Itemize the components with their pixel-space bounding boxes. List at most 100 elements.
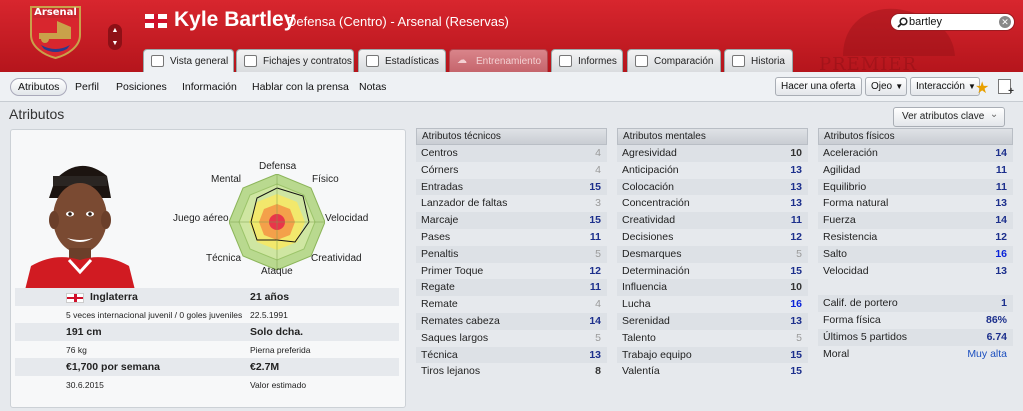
subnav-notas[interactable]: Notas: [359, 81, 386, 93]
attribute-row[interactable]: Tiros lejanos 8: [416, 363, 607, 380]
age: 21 años: [250, 291, 290, 303]
attribute-value: 4: [595, 163, 601, 176]
attribute-row[interactable]: Desmarques 5: [617, 245, 808, 263]
attribute-row[interactable]: Técnica 13: [416, 346, 607, 364]
attribute-value: 5: [796, 247, 802, 260]
attribute-name: Colocación: [622, 180, 674, 193]
key-attributes-dropdown[interactable]: Ver atributos clave: [893, 106, 1006, 127]
search-box[interactable]: ✕: [890, 13, 1015, 31]
attribute-name: Pases: [421, 230, 451, 243]
attribute-row[interactable]: Calif. de portero 1: [818, 295, 1013, 313]
attribute-value: 8: [595, 365, 601, 378]
attribute-row[interactable]: Valentía 15: [617, 363, 808, 380]
attribute-row[interactable]: Primer Toque 12: [416, 263, 607, 280]
tab-historia[interactable]: Historia: [724, 49, 793, 72]
add-note-icon[interactable]: [998, 79, 1014, 97]
attribute-row[interactable]: Determinación 15: [617, 263, 808, 280]
wage: €1,700 por semana: [66, 361, 160, 373]
player-portrait: [25, 165, 135, 290]
attribute-value: 4: [595, 147, 601, 159]
attribute-name: Saques largos: [421, 331, 489, 344]
player-position-club[interactable]: Defensa (Centro) - Arsenal (Reservas): [287, 14, 509, 29]
attribute-row[interactable]: Decisiones 12: [617, 229, 808, 246]
subnav-posiciones[interactable]: Posiciones: [116, 81, 167, 93]
attribute-row[interactable]: Lucha 16: [617, 296, 808, 313]
attribute-row[interactable]: Colocación 13: [617, 178, 808, 196]
reports-icon: [559, 55, 572, 67]
make-offer-button[interactable]: Hacer una oferta: [775, 77, 862, 96]
attribute-row[interactable]: Saques largos 5: [416, 330, 607, 347]
tab-entrenamiento: ☁ Entrenamiento: [449, 49, 548, 72]
attribute-row[interactable]: Talento 5: [617, 330, 808, 347]
tab-informes[interactable]: Informes: [551, 49, 623, 72]
attribute-row[interactable]: Agresividad 10: [617, 145, 808, 162]
info-row: €1,700 por semana €2.7M: [15, 358, 399, 376]
attribute-row[interactable]: Centros 4: [416, 145, 607, 162]
clear-search-icon[interactable]: ✕: [999, 16, 1011, 28]
attribute-row[interactable]: Forma natural 13: [818, 195, 1013, 212]
attribute-value: 16: [995, 247, 1007, 260]
shortlist-star-icon[interactable]: ★: [975, 78, 989, 98]
attribute-name: Determinación: [622, 264, 690, 277]
estimated-value: €2.7M: [250, 361, 280, 373]
attribute-row[interactable]: Salto 16: [818, 245, 1013, 263]
attribute-row[interactable]: Remate 4: [416, 296, 607, 313]
radar-label-fisico: Físico: [312, 174, 339, 185]
contract-end: 30.6.2015: [66, 379, 104, 390]
attribute-row[interactable]: Regate 11: [416, 279, 607, 297]
attribute-row[interactable]: Creatividad 11: [617, 212, 808, 229]
attribute-name: Desmarques: [622, 247, 682, 260]
attribute-row[interactable]: Resistencia 12: [818, 229, 1013, 246]
search-input[interactable]: [909, 15, 997, 29]
attribute-name: Valentía: [622, 365, 660, 378]
attribute-row[interactable]: Forma física 86%: [818, 312, 1013, 329]
tab-fichajes-contratos[interactable]: Fichajes y contratos: [236, 49, 354, 72]
attribute-value: Muy alta: [967, 347, 1007, 360]
scout-dropdown[interactable]: Ojeo ▼: [865, 77, 908, 96]
attribute-name: Moral: [823, 347, 850, 360]
nationality[interactable]: Inglaterra: [90, 291, 138, 303]
attribute-value: 15: [589, 214, 601, 227]
attribute-row[interactable]: Serenidad 13: [617, 312, 808, 330]
attribute-row[interactable]: Córners 4: [416, 162, 607, 179]
attribute-value: 12: [790, 230, 802, 243]
attribute-row[interactable]: Agilidad 11: [818, 162, 1013, 179]
attribute-value: 6.74: [986, 330, 1007, 343]
attribute-row[interactable]: Fuerza 14: [818, 212, 1013, 229]
attribute-row[interactable]: Remates cabeza 14: [416, 312, 607, 330]
subnav-informacion[interactable]: Información: [182, 81, 237, 93]
contract-icon: [244, 55, 257, 67]
prev-next-arrows[interactable]: ▲ ▼: [108, 24, 122, 50]
attribute-row[interactable]: Aceleración 14: [818, 145, 1013, 162]
attribute-row[interactable]: Últimos 5 partidos 6.74: [818, 328, 1013, 346]
subnav-perfil[interactable]: Perfil: [75, 81, 99, 93]
attribute-value: 5: [595, 331, 601, 344]
attribute-row[interactable]: Pases 11: [416, 229, 607, 246]
attribute-row[interactable]: Lanzador de faltas 3: [416, 195, 607, 212]
attribute-row[interactable]: Marcaje 15: [416, 212, 607, 229]
attribute-name: Decisiones: [622, 230, 674, 243]
attribute-name: Últimos 5 partidos: [823, 330, 908, 343]
technical-header: Atributos técnicos: [416, 128, 607, 145]
tab-estadisticas[interactable]: Estadísticas: [358, 49, 446, 72]
attribute-value: 3: [595, 197, 601, 210]
subnav-atributos[interactable]: Atributos: [10, 78, 68, 96]
attribute-row[interactable]: Entradas 15: [416, 178, 607, 196]
tab-vista-general[interactable]: Vista general: [143, 49, 234, 73]
england-flag-icon: [145, 14, 167, 28]
attribute-row[interactable]: Moral Muy alta: [818, 346, 1013, 363]
attribute-row[interactable]: Influencia 10: [617, 279, 808, 297]
interaction-dropdown[interactable]: Interacción ▼: [910, 77, 980, 96]
attribute-row[interactable]: Trabajo equipo 15: [617, 346, 808, 364]
attribute-value: 11: [589, 281, 601, 294]
attribute-value: 15: [790, 264, 802, 277]
attribute-row[interactable]: Penaltis 5: [416, 245, 607, 263]
attribute-row[interactable]: Velocidad 13: [818, 263, 1013, 280]
attribute-row[interactable]: Anticipación 13: [617, 162, 808, 179]
attribute-row[interactable]: Equilibrio 11: [818, 178, 1013, 196]
radar-label-creatividad: Creatividad: [311, 253, 362, 264]
subnav-hablar-prensa[interactable]: Hablar con la prensa: [252, 81, 349, 93]
attribute-row[interactable]: Concentración 13: [617, 195, 808, 212]
club-crest[interactable]: Arsenal: [27, 5, 84, 60]
tab-comparacion[interactable]: Comparación: [627, 49, 721, 72]
